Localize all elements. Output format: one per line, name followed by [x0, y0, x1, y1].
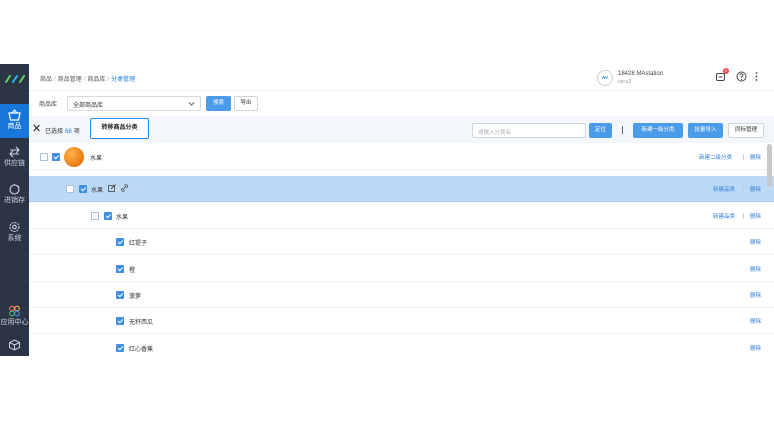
- row-checkbox[interactable]: [116, 317, 124, 325]
- logo-icon: [5, 75, 25, 83]
- new-subcategory-link[interactable]: 新建二级分类: [699, 153, 732, 161]
- notification-badge: 5: [723, 68, 729, 74]
- delete-link[interactable]: 删除: [750, 238, 761, 246]
- help-icon[interactable]: [736, 71, 747, 82]
- selected-number: 68: [65, 129, 72, 135]
- new-category-link[interactable]: 新建品类: [713, 185, 735, 193]
- category-row-leaf[interactable]: 菠萝 删除: [29, 282, 774, 308]
- row-checkbox[interactable]: [52, 153, 60, 161]
- inventory-icon: [9, 184, 20, 195]
- move-category-button[interactable]: 转移商品分类: [90, 118, 149, 139]
- app-window: 商品 供应链 进销存 系统 应用中心 商品 / 商品管理 / 商品库 / 分类管…: [0, 64, 774, 356]
- sidebar-nav: 商品 供应链 进销存 系统 应用中心: [0, 64, 29, 356]
- row-checkbox[interactable]: [104, 212, 112, 220]
- category-row-level-2[interactable]: 水果 新建品类 删除: [29, 176, 774, 202]
- selection-bar: ✕ 已选择 68 项 转移商品分类 请输入分类名 定位 新建一级分类 批量导入 同标…: [29, 116, 774, 143]
- delete-link[interactable]: 删除: [750, 317, 761, 325]
- sidebar-item-goods[interactable]: 商品: [0, 104, 29, 138]
- new-category-link[interactable]: 新建品类: [713, 212, 735, 220]
- export-button[interactable]: 导出: [234, 96, 258, 111]
- delete-link[interactable]: 删除: [750, 153, 761, 161]
- account-switcher[interactable]: AV 18428 MAstation ozcs2: [597, 69, 699, 87]
- gear-icon: [9, 221, 20, 233]
- sidebar-item-label: 供应链: [4, 160, 25, 167]
- breadcrumb-item[interactable]: 商品库: [87, 77, 105, 83]
- breadcrumb-item[interactable]: 商品: [40, 77, 52, 83]
- sidebar-item-label: 进销存: [4, 197, 25, 204]
- action-separator: [743, 213, 744, 219]
- row-checkbox[interactable]: [116, 291, 124, 299]
- link-icon[interactable]: [121, 184, 128, 192]
- category-row-level-3[interactable]: 水果 新建品类 删除: [29, 203, 774, 229]
- locate-button[interactable]: 定位: [589, 123, 612, 138]
- category-search-placeholder: 请输入分类名: [478, 130, 512, 136]
- category-name: 橙: [129, 268, 136, 274]
- more-vertical-icon[interactable]: [751, 71, 762, 82]
- selected-count: 已选择 68 项: [45, 126, 80, 135]
- delete-link[interactable]: 删除: [750, 185, 761, 193]
- chevron-down-icon: [188, 102, 195, 106]
- breadcrumb: 商品 / 商品管理 / 商品库 / 分类管理: [40, 77, 136, 83]
- expand-checkbox[interactable]: [40, 153, 48, 161]
- filter-bar: 商品库 全部商品库 搜索 导出: [29, 91, 774, 116]
- batch-import-button[interactable]: 批量导入: [688, 123, 723, 138]
- library-label: 商品库: [39, 102, 58, 108]
- category-row-leaf[interactable]: 无籽西瓜 删除: [29, 308, 774, 334]
- selected-prefix: 已选择: [45, 129, 64, 135]
- category-name: 水果: [116, 215, 129, 221]
- manage-button[interactable]: 同标管理: [728, 123, 764, 138]
- row-checkbox[interactable]: [116, 238, 124, 246]
- vertical-scrollbar[interactable]: [767, 144, 772, 186]
- category-search-input[interactable]: 请输入分类名: [472, 123, 586, 138]
- sidebar-item-supply-chain[interactable]: 供应链: [0, 141, 29, 175]
- expand-checkbox[interactable]: [91, 212, 99, 220]
- search-button[interactable]: 搜索: [206, 96, 231, 111]
- breadcrumb-item[interactable]: 商品管理: [58, 77, 82, 83]
- category-name: 红提子: [129, 241, 148, 247]
- category-row-leaf[interactable]: 橙 删除: [29, 256, 774, 282]
- sidebar-item-label: 系统: [7, 235, 22, 242]
- category-row-leaf[interactable]: 红心香蕉 删除: [29, 335, 774, 356]
- supply-chain-icon: [9, 146, 20, 158]
- category-name: 水果: [90, 156, 103, 162]
- sidebar-item-cube[interactable]: [0, 334, 29, 356]
- category-name: 水果: [91, 188, 104, 194]
- breadcrumb-current: 分类管理: [111, 77, 136, 83]
- action-separator: [743, 186, 744, 192]
- action-separator: [743, 154, 744, 160]
- app-center-icon: [9, 305, 20, 317]
- delete-link[interactable]: 删除: [750, 265, 761, 273]
- library-select-value: 全部商品库: [73, 103, 104, 109]
- sidebar-item-label: 商品: [7, 123, 22, 130]
- sidebar-item-app-center[interactable]: 应用中心: [0, 300, 29, 334]
- new-top-category-button[interactable]: 新建一级分类: [633, 123, 683, 138]
- row-checkbox[interactable]: [116, 344, 124, 352]
- row-checkbox[interactable]: [116, 265, 124, 273]
- category-thumbnail: [64, 147, 84, 167]
- account-name: 18428 MAstation: [618, 71, 664, 77]
- delete-link[interactable]: 删除: [750, 212, 761, 220]
- account-sub: ozcs2: [618, 79, 632, 85]
- sidebar-item-system[interactable]: 系统: [0, 216, 29, 250]
- top-header: 商品 / 商品管理 / 商品库 / 分类管理 AV 18428 MAstation ozcs…: [29, 64, 774, 91]
- category-row-leaf[interactable]: 红提子 删除: [29, 229, 774, 255]
- cube-icon: [9, 339, 20, 351]
- divider: [622, 126, 623, 134]
- sidebar-item-inventory[interactable]: 进销存: [0, 178, 29, 212]
- library-select[interactable]: 全部商品库: [67, 96, 201, 111]
- delete-link[interactable]: 删除: [750, 344, 761, 352]
- category-name: 无籽西瓜: [129, 320, 154, 326]
- category-name: 红心香蕉: [129, 347, 154, 353]
- edit-icon[interactable]: [108, 184, 116, 192]
- close-icon[interactable]: ✕: [32, 124, 41, 135]
- delete-link[interactable]: 删除: [750, 291, 761, 299]
- category-row-level-1[interactable]: 水果 新建二级分类 删除: [29, 144, 774, 170]
- selected-suffix: 项: [73, 129, 80, 135]
- category-name: 菠萝: [129, 294, 142, 300]
- sidebar-item-label: 应用中心: [0, 319, 29, 326]
- basket-icon: [8, 109, 21, 121]
- avatar: AV: [597, 70, 613, 86]
- row-checkbox[interactable]: [79, 185, 87, 193]
- expand-checkbox[interactable]: [66, 185, 74, 193]
